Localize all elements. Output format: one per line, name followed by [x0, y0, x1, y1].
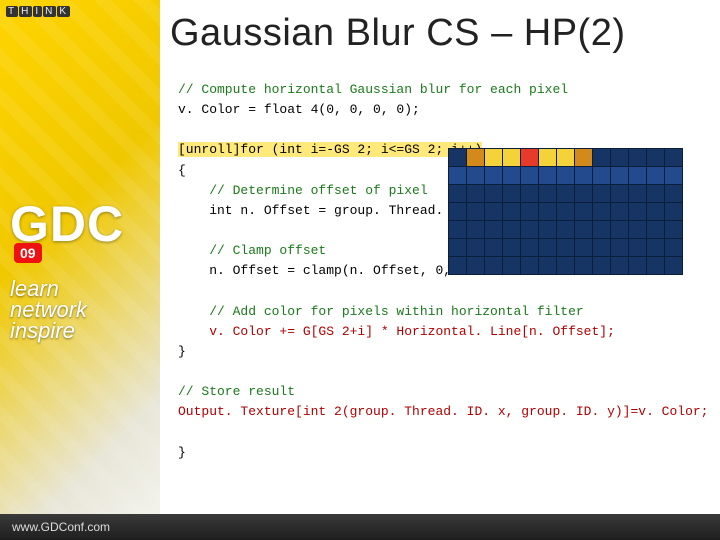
grid-row-scanline	[449, 167, 683, 185]
grid-row	[449, 221, 683, 239]
slide-title: Gaussian Blur CS – HP(2)	[170, 12, 710, 55]
pixel-grid	[448, 148, 683, 275]
code-line: int n. Offset = group. Thread. ID.	[178, 203, 474, 218]
filter-edge-cell	[467, 149, 485, 167]
think-logo: THINK	[6, 6, 71, 17]
filter-edge-cell	[575, 149, 593, 167]
code-line: {	[178, 163, 186, 178]
grid-row	[449, 203, 683, 221]
code-line: // Add color for pixels within horizonta…	[178, 304, 584, 319]
pixel-grid-diagram	[448, 148, 683, 275]
filter-center-cell	[521, 149, 539, 167]
grid-row	[449, 257, 683, 275]
code-line: }	[178, 445, 186, 460]
gdc-year-badge: 09	[14, 243, 42, 263]
code-line: // Store result	[178, 384, 295, 399]
gdc-tagline: learn network inspire	[10, 278, 150, 342]
grid-row	[449, 185, 683, 203]
code-line: v. Color += G[GS 2+i] * Horizontal. Line…	[178, 324, 615, 339]
slide: THINK GDC09 learn network inspire Gaussi…	[0, 0, 720, 540]
tagline-inspire: inspire	[10, 320, 150, 342]
code-line: // Determine offset of pixel	[178, 183, 428, 198]
code-line: // Clamp offset	[178, 243, 326, 258]
footer-url: www.GDConf.com	[0, 514, 720, 540]
code-line: }	[178, 344, 186, 359]
code-line: // Compute horizontal Gaussian blur for …	[178, 82, 568, 97]
code-line: n. Offset = clamp(n. Offset, 0,	[178, 263, 451, 278]
code-line: Output. Texture[int 2(group. Thread. ID.…	[178, 404, 709, 419]
left-column: THINK GDC09 learn network inspire	[0, 0, 160, 540]
grid-row	[449, 239, 683, 257]
gdc-logo: GDC09 learn network inspire	[10, 195, 150, 342]
grid-row	[449, 149, 683, 167]
code-line: v. Color = float 4(0, 0, 0, 0);	[178, 102, 420, 117]
code-line-highlight: [unroll]for (int i=-GS 2; i<=GS 2; i++)	[178, 142, 482, 157]
